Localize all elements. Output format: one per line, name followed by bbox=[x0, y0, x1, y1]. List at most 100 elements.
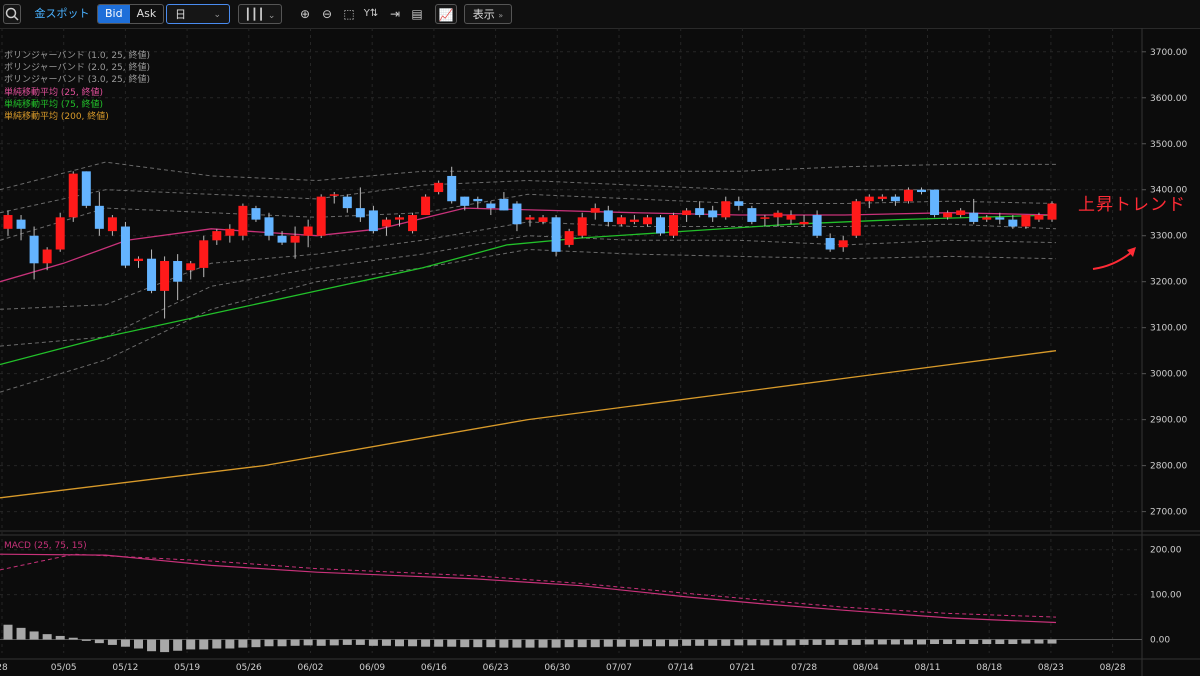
candle-up bbox=[107, 217, 117, 232]
candle-up bbox=[421, 196, 431, 216]
candle-up bbox=[3, 215, 13, 229]
period-select[interactable]: 日 ⌄ bbox=[166, 4, 230, 24]
chevron-down-icon: ⌄ bbox=[267, 11, 276, 21]
price-chart[interactable]: 3700.003600.003500.003400.003300.003200.… bbox=[0, 28, 1200, 676]
macd-histogram-bar bbox=[590, 639, 600, 648]
candle-up bbox=[956, 210, 966, 216]
macd-histogram-bar bbox=[734, 639, 744, 646]
display-label: 表示 bbox=[472, 8, 495, 21]
zoom-out-icon[interactable]: ⊖ bbox=[318, 4, 336, 24]
macd-histogram-bar bbox=[264, 639, 274, 647]
scale-icon[interactable]: Y⇅ bbox=[362, 4, 380, 24]
macd-histogram-bar bbox=[94, 639, 104, 644]
sma200-line bbox=[0, 350, 1057, 499]
macd-histogram-bar bbox=[147, 639, 157, 652]
candle-down bbox=[995, 217, 1005, 220]
chart-type-select[interactable]: ┃┃┃ ⌄ bbox=[238, 4, 282, 24]
macd-histogram-bar bbox=[355, 639, 365, 645]
date-tick-label: 07/21 bbox=[729, 663, 755, 673]
macd-histogram-bar bbox=[1034, 639, 1044, 644]
bid-ask-toggle: Bid Ask bbox=[97, 4, 165, 24]
candle-up bbox=[1047, 203, 1057, 220]
macd-histogram-bar bbox=[473, 639, 483, 648]
search-icon[interactable] bbox=[3, 4, 21, 24]
legend-item: ボリンジャーバンド (2.0, 25, 終値) bbox=[4, 63, 151, 74]
document-icon[interactable]: ▤ bbox=[408, 4, 426, 24]
macd-histogram-bar bbox=[55, 635, 65, 640]
date-tick-label: 07/07 bbox=[606, 663, 632, 673]
date-tick-label: 08/18 bbox=[976, 663, 1002, 673]
date-tick-label: 08/04 bbox=[853, 663, 879, 673]
date-tick-label: 28 bbox=[0, 663, 8, 673]
legend-item: ボリンジャーバンド (1.0, 25, 終値) bbox=[4, 51, 151, 61]
macd-histogram-bar bbox=[982, 639, 992, 645]
trend-annotation: 上昇トレンド bbox=[1078, 195, 1186, 215]
macd-signal-line bbox=[0, 553, 1057, 618]
macd-histogram-bar bbox=[251, 639, 261, 648]
candle-up bbox=[68, 173, 78, 218]
macd-histogram-bar bbox=[186, 639, 196, 650]
macd-histogram-bar bbox=[486, 639, 496, 648]
date-tick-label: 08/23 bbox=[1038, 663, 1064, 673]
bollinger-band-line bbox=[0, 235, 1057, 347]
legend-item: 単純移動平均 (200, 終値) bbox=[4, 112, 109, 123]
macd-histogram-bar bbox=[969, 639, 979, 645]
macd-histogram-bar bbox=[16, 627, 26, 640]
candle-up bbox=[838, 240, 848, 248]
candle-up bbox=[629, 219, 639, 222]
candle-down bbox=[447, 175, 457, 202]
bid-button[interactable]: Bid bbox=[98, 5, 130, 23]
macd-histogram-bar bbox=[799, 639, 809, 645]
candle-up bbox=[381, 219, 391, 227]
macd-histogram-bar bbox=[68, 637, 78, 640]
candle-down bbox=[486, 203, 496, 209]
candle-up bbox=[851, 201, 861, 236]
macd-histogram-bar bbox=[395, 639, 404, 647]
zoom-in-icon[interactable]: ⊕ bbox=[296, 4, 314, 24]
indicator-icon[interactable]: 📈 bbox=[435, 4, 457, 24]
jump-latest-icon[interactable]: ⇥ bbox=[386, 4, 404, 24]
macd-histogram-bar bbox=[316, 639, 326, 646]
macd-histogram-bar bbox=[3, 624, 13, 640]
price-tick-label: 3200.00 bbox=[1150, 278, 1187, 288]
macd-histogram-bar bbox=[564, 639, 574, 648]
chevron-down-icon: » bbox=[498, 11, 504, 20]
fit-screen-icon[interactable]: ⬚ bbox=[340, 4, 358, 24]
macd-histogram-bar bbox=[851, 639, 861, 645]
macd-histogram-bar bbox=[682, 639, 692, 646]
macd-histogram-bar bbox=[107, 639, 117, 645]
candle-down bbox=[355, 208, 365, 218]
candle-up bbox=[616, 217, 626, 225]
macd-histogram-bar bbox=[577, 639, 587, 648]
macd-histogram-bar bbox=[890, 639, 900, 645]
candle-up bbox=[721, 201, 731, 218]
macd-histogram-bar bbox=[199, 639, 209, 650]
candle-down bbox=[917, 189, 926, 193]
candle-down bbox=[94, 205, 104, 229]
bollinger-band-line bbox=[0, 179, 1056, 214]
candle-down bbox=[264, 217, 274, 236]
candle-up bbox=[903, 189, 913, 202]
macd-histogram-bar bbox=[408, 639, 418, 647]
candle-up bbox=[669, 215, 679, 236]
macd-histogram-bar bbox=[669, 639, 679, 647]
candle-down bbox=[695, 208, 705, 216]
macd-histogram-bar bbox=[29, 631, 39, 640]
display-button[interactable]: 表示 » bbox=[464, 4, 512, 24]
macd-histogram-bar bbox=[368, 639, 378, 646]
candle-down bbox=[551, 217, 561, 252]
ask-button[interactable]: Ask bbox=[130, 5, 164, 23]
price-tick-label: 2700.00 bbox=[1150, 508, 1187, 518]
macd-histogram-bar bbox=[551, 639, 561, 648]
price-tick-label: 3600.00 bbox=[1150, 94, 1187, 104]
macd-histogram-bar bbox=[225, 639, 235, 649]
legend-item: 単純移動平均 (75, 終値) bbox=[4, 99, 104, 110]
macd-histogram-bar bbox=[512, 639, 522, 648]
chevron-down-icon: ⌄ bbox=[213, 10, 221, 20]
macd-histogram-bar bbox=[747, 639, 757, 646]
candle-up bbox=[538, 217, 548, 222]
macd-histogram-bar bbox=[864, 639, 874, 645]
symbol-label[interactable]: 金スポット bbox=[32, 4, 92, 24]
candle-up bbox=[160, 261, 170, 291]
candle-up bbox=[760, 217, 770, 219]
